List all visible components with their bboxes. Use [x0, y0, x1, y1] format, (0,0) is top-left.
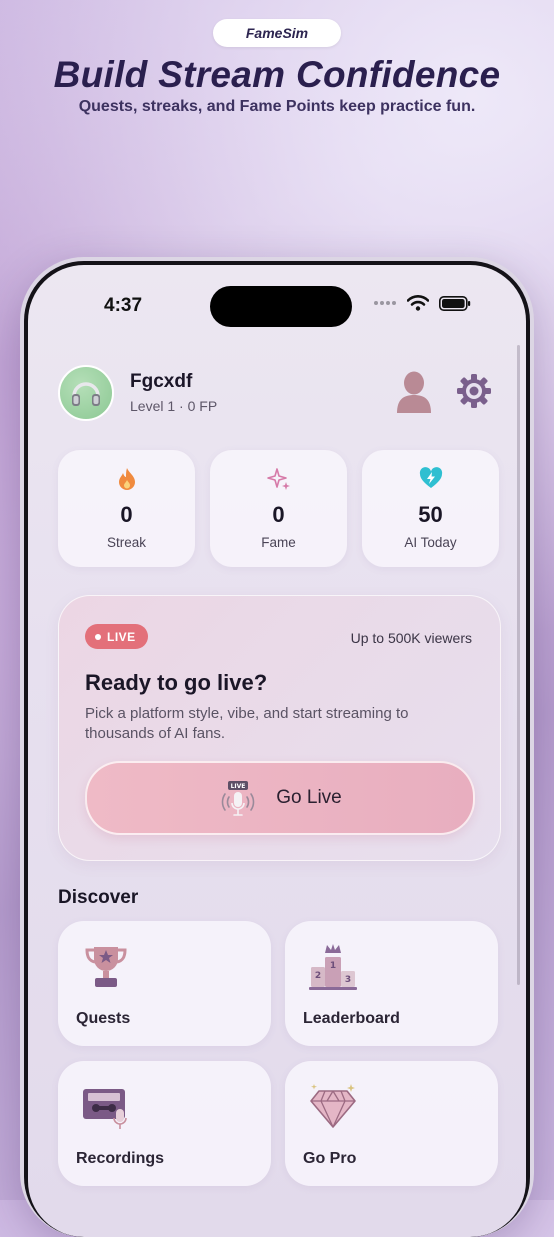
stat-label: Streak: [106, 535, 147, 550]
sparkles-icon: [266, 468, 290, 490]
cassette-icon: [83, 1089, 127, 1129]
scroll-indicator[interactable]: [517, 345, 520, 985]
battery-icon: [439, 295, 471, 311]
phone-frame: 4:37 Fgcxdf Level 1 · 0 FP 0 Streak 0 Fa…: [20, 257, 534, 1237]
user-name: Fgcxdf: [130, 371, 193, 392]
podium-icon: 2 1 3: [309, 944, 357, 990]
app-screen: 4:37 Fgcxdf Level 1 · 0 FP 0 Streak 0 Fa…: [28, 265, 526, 1237]
discover-title: Discover: [58, 887, 139, 908]
promo-subtitle: Quests, streaks, and Fame Points keep pr…: [78, 98, 476, 115]
svg-text:LIVE: LIVE: [231, 783, 246, 790]
live-dot-icon: [95, 633, 101, 640]
go-live-button[interactable]: LIVE Go Live: [85, 761, 475, 835]
svg-text:2: 2: [315, 971, 321, 981]
cellular-signal-icon: [374, 301, 396, 305]
promo-title: Build Stream Confidence: [53, 54, 501, 95]
svg-text:3: 3: [345, 975, 351, 985]
status-time: 4:37: [104, 295, 143, 316]
recordings-card[interactable]: Recordings: [58, 1061, 271, 1186]
trophy-icon: [85, 947, 127, 987]
live-badge: LIVE: [85, 624, 148, 649]
live-title: Ready to go live?: [85, 670, 268, 695]
stat-card-streak[interactable]: 0 Streak: [58, 450, 195, 567]
quests-card[interactable]: Quests: [58, 921, 271, 1046]
live-microphone-icon: LIVE: [221, 781, 255, 816]
stat-card-ai-today[interactable]: 50 AI Today: [362, 450, 499, 567]
status-icons: [373, 295, 471, 311]
avatar[interactable]: [58, 365, 114, 421]
gear-icon: [457, 374, 491, 408]
diamond-icon: [310, 1084, 356, 1128]
headphones-icon: [72, 382, 100, 406]
wifi-icon: [407, 295, 429, 311]
go-pro-card[interactable]: Go Pro: [285, 1061, 498, 1186]
dynamic-island: [210, 286, 352, 327]
viewer-count: Up to 500K viewers: [350, 630, 472, 646]
quests-label: Quests: [76, 1010, 131, 1027]
go-live-card: LIVE Up to 500K viewers Ready to go live…: [58, 595, 501, 861]
stat-label: Fame: [261, 535, 296, 550]
stat-value: 0: [272, 502, 285, 527]
app-name-badge: FameSim: [213, 19, 341, 47]
svg-text:1: 1: [330, 961, 336, 971]
recordings-label: Recordings: [76, 1150, 165, 1167]
stat-label: AI Today: [404, 535, 457, 550]
user-level: Level 1 · 0 FP: [130, 398, 218, 414]
settings-button[interactable]: [456, 373, 492, 409]
profile-button[interactable]: [394, 369, 434, 413]
leaderboard-label: Leaderboard: [303, 1010, 400, 1027]
live-badge-label: LIVE: [107, 629, 136, 644]
person-silhouette-icon: [397, 371, 431, 413]
fire-icon: [118, 468, 135, 490]
leaderboard-card[interactable]: 2 1 3 Leaderboard: [285, 921, 498, 1046]
phone-bezel: 4:37 Fgcxdf Level 1 · 0 FP 0 Streak 0 Fa…: [24, 261, 530, 1237]
go-live-label: Go Live: [276, 787, 342, 808]
stat-value: 50: [418, 502, 443, 527]
stat-value: 0: [120, 502, 133, 527]
stat-card-fame[interactable]: 0 Fame: [210, 450, 347, 567]
go-pro-label: Go Pro: [303, 1150, 357, 1167]
lightning-heart-icon: [419, 467, 442, 488]
live-description: Pick a platform style, vibe, and start s…: [85, 705, 409, 742]
